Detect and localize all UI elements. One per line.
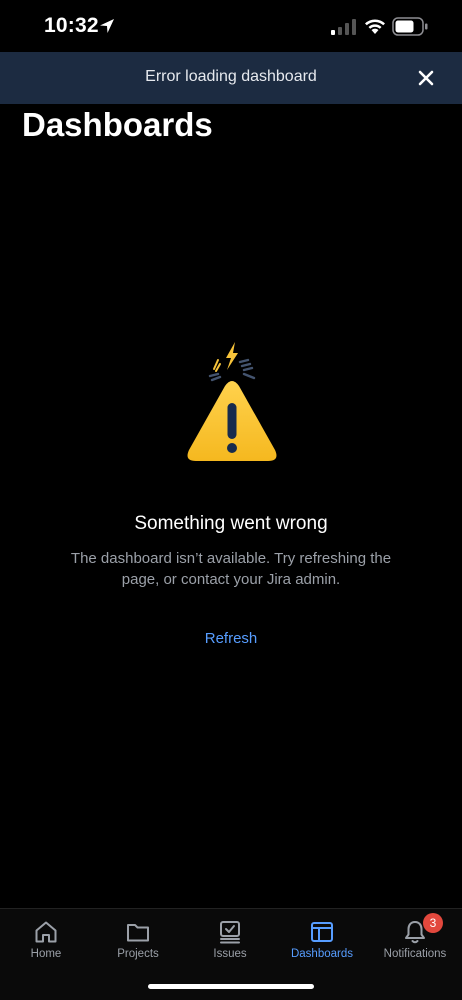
- home-icon: [35, 921, 57, 943]
- page-title: Dashboards: [22, 106, 213, 143]
- error-title: Something went wrong: [134, 513, 328, 534]
- tab-projects[interactable]: Projects: [92, 909, 184, 969]
- notification-badge: 3: [423, 913, 443, 933]
- banner-message: Error loading dashboard: [145, 68, 317, 85]
- error-banner: Error loading dashboard: [0, 52, 462, 104]
- tab-notifications[interactable]: 3 Notifications: [369, 909, 461, 969]
- tab-notifications-label: Notifications: [383, 948, 447, 960]
- dashboard-icon: [311, 922, 333, 942]
- home-indicator[interactable]: [148, 984, 314, 989]
- issues-icon: [220, 921, 240, 944]
- warning-illustration: [187, 342, 277, 461]
- tab-home[interactable]: Home: [0, 909, 92, 969]
- battery-icon: [392, 17, 428, 36]
- status-bar: 10:32: [0, 0, 462, 52]
- tab-dashboards[interactable]: Dashboards: [276, 909, 368, 969]
- cellular-signal-icon: [331, 19, 356, 35]
- wifi-icon: [365, 19, 385, 34]
- location-arrow-icon: [100, 19, 114, 33]
- refresh-button[interactable]: Refresh: [0, 630, 462, 647]
- status-time: 10:32: [44, 14, 99, 37]
- close-icon[interactable]: [416, 68, 436, 88]
- error-description: The dashboard isn’t available. Try refre…: [70, 550, 392, 588]
- folder-icon: [127, 924, 149, 942]
- tab-issues[interactable]: Issues: [184, 909, 276, 969]
